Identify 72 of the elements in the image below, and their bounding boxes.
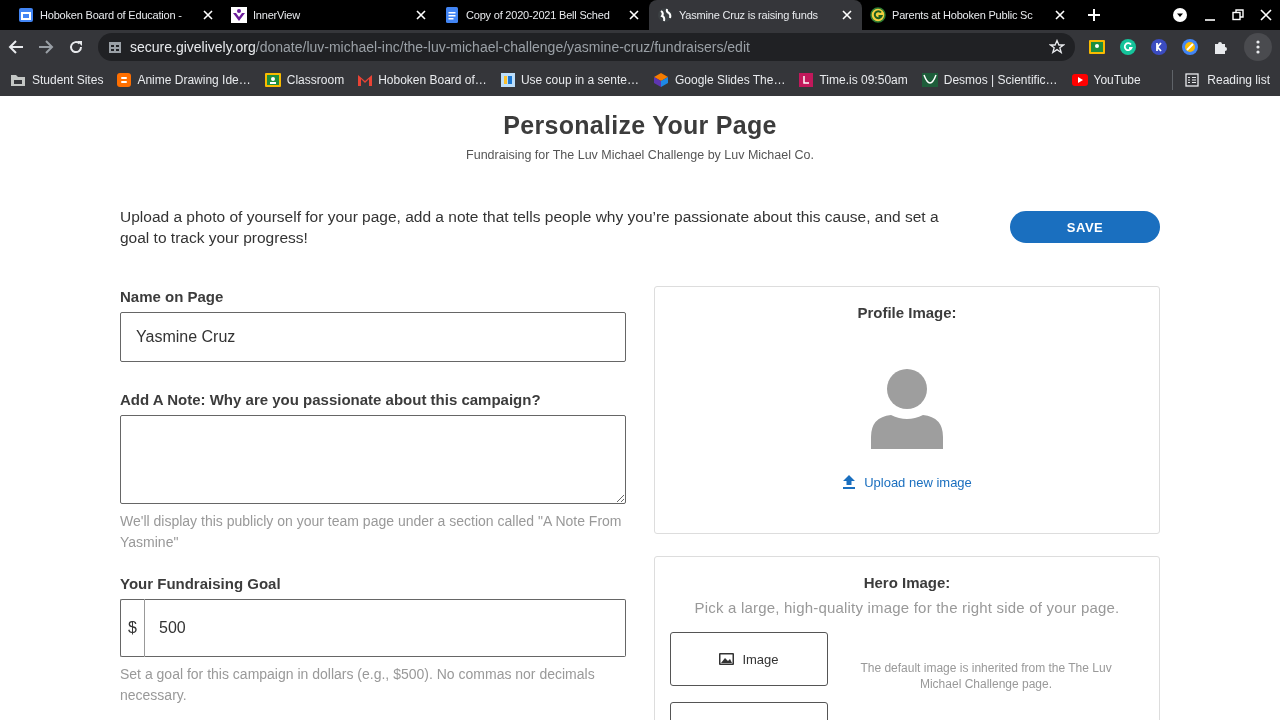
puzzle-icon[interactable] xyxy=(1213,39,1229,55)
letter-g-icon xyxy=(870,7,886,23)
cube-icon xyxy=(652,72,669,88)
close-icon[interactable] xyxy=(201,8,215,22)
name-input[interactable]: Yasmine Cruz xyxy=(120,312,626,362)
browser-tab[interactable]: Parents at Hoboken Public Sc xyxy=(862,0,1075,30)
upload-icon xyxy=(842,474,857,490)
letter-l-icon xyxy=(799,73,814,87)
graph-icon xyxy=(921,73,938,87)
back-icon[interactable] xyxy=(8,39,24,55)
page-subtitle: Fundraising for The Luv Michael Challenge by Luv Michael Co. xyxy=(465,148,815,162)
bookmark[interactable]: Google Slides The… xyxy=(652,72,786,88)
intro-text: Upload a photo of yourself for your page, add a note that tells people why you’re passionate about this cause, and set a goal to track your progress! xyxy=(120,207,940,248)
reload-icon[interactable] xyxy=(68,39,84,55)
folder-icon xyxy=(10,73,26,87)
star-icon[interactable] xyxy=(1049,39,1065,55)
classroom-icon[interactable] xyxy=(1089,40,1105,54)
image-button[interactable]: Image xyxy=(670,632,828,686)
bookmark[interactable]: Anime Drawing Ide… xyxy=(117,73,251,87)
close-icon[interactable] xyxy=(840,8,854,22)
reading-list[interactable]: Reading list xyxy=(1172,70,1270,90)
close-icon[interactable] xyxy=(1260,9,1272,21)
address-bar[interactable]: secure.givelively.org/donate/luv-michael-inc/the-luv-michael-challenge/yasmine-cruz/fundraisers/edit xyxy=(98,33,1075,61)
new-tab-icon[interactable] xyxy=(1087,8,1101,22)
dropdown-icon[interactable] xyxy=(1172,7,1188,23)
browser-tab[interactable]: Yasmine Cruz is raising funds xyxy=(649,0,862,30)
field-label: Your Fundraising Goal xyxy=(120,575,282,592)
avatar-icon xyxy=(871,369,943,449)
logo-icon xyxy=(231,7,247,23)
card-hint: Pick a large, high-quality image for the right side of your page. xyxy=(693,599,1121,616)
forward-icon[interactable] xyxy=(38,39,54,55)
menu-icon[interactable] xyxy=(1244,33,1272,61)
browser-tab[interactable]: Copy of 2020-2021 Bell Sched xyxy=(436,0,649,30)
field-label: Name on Page xyxy=(120,288,225,305)
bookmark[interactable]: Time.is 09:50am xyxy=(799,73,908,87)
restore-icon[interactable] xyxy=(1232,9,1244,21)
blog-icon xyxy=(117,73,132,87)
bookmark[interactable]: Student Sites xyxy=(10,73,104,87)
card-title: Profile Image: xyxy=(857,304,957,321)
letter-k-icon[interactable] xyxy=(1151,39,1167,55)
help-text: Set a goal for this campaign in dollars (e.g., $500). No commas nor decimals necessary. xyxy=(120,665,596,705)
dictionary-icon xyxy=(500,73,515,87)
field-label: Add A Note: Why are you passionate about this campaign? xyxy=(120,391,542,408)
browser-tab[interactable]: Hoboken Board of Education - xyxy=(10,0,223,30)
save-button[interactable]: SAVE xyxy=(1010,211,1160,243)
list-icon xyxy=(1185,73,1200,87)
bookmark[interactable]: Classroom xyxy=(264,73,345,87)
letter-g-icon[interactable] xyxy=(1120,39,1136,55)
site-info-icon[interactable] xyxy=(108,40,122,54)
currency-prefix: $ xyxy=(120,599,145,657)
compass-icon[interactable] xyxy=(1182,39,1198,55)
bookmark[interactable]: YouTube xyxy=(1071,73,1141,87)
mail-icon xyxy=(358,74,373,86)
bookmark[interactable]: Hoboken Board of… xyxy=(358,73,487,87)
play-icon xyxy=(1071,74,1088,86)
bookmark[interactable]: Desmos | Scientific… xyxy=(921,73,1058,87)
page-title: Personalize Your Page xyxy=(502,111,778,140)
close-icon[interactable] xyxy=(627,8,641,22)
classroom-icon xyxy=(264,73,281,87)
close-icon[interactable] xyxy=(1053,8,1067,22)
browser-tab[interactable]: InnerView xyxy=(223,0,436,30)
document-icon xyxy=(444,7,460,23)
calendar-icon xyxy=(18,7,34,23)
image-icon xyxy=(719,653,735,665)
default-image-note: The default image is inherited from the The Luv Michael Challenge page. xyxy=(859,660,1113,692)
bookmark[interactable]: Use coup in a sente… xyxy=(500,73,639,87)
note-textarea[interactable] xyxy=(120,415,626,504)
close-icon[interactable] xyxy=(414,8,428,22)
card-title: Hero Image: xyxy=(862,574,952,591)
help-text: We'll display this publicly on your team page under a section called "A Note From Yasmine" xyxy=(120,512,623,552)
goal-input[interactable]: 500 xyxy=(145,599,626,657)
upload-link[interactable]: Upload new image xyxy=(842,474,972,490)
